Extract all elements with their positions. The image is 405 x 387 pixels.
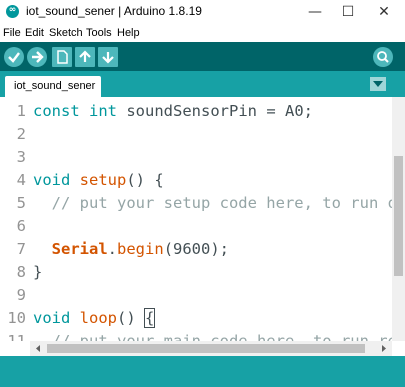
code-line: // put your main code here, to run repea… [33,330,392,341]
menu-help[interactable]: Help [117,27,140,39]
line-number: 5 [16,194,26,212]
horizontal-scrollbar[interactable] [30,341,392,356]
verify-icon [8,52,20,63]
vertical-scroll-thumb[interactable] [394,156,403,276]
line-number: 9 [16,286,26,304]
save-button[interactable] [98,47,118,67]
tab-menu-button[interactable] [370,77,386,91]
status-bar [0,356,405,387]
menu-tools[interactable]: Tools [86,27,112,39]
save-icon [102,52,114,64]
line-number: 8 [16,263,26,281]
code-token: void [33,309,71,327]
arduino-logo-icon: ∞ [6,5,19,18]
new-icon [57,50,68,64]
line-number: 7 [16,240,26,258]
close-button[interactable]: ✕ [369,2,399,22]
code-token: . [107,240,118,258]
tab-menu-dropdown-icon [373,81,383,87]
maximize-button[interactable]: ☐ [333,2,363,22]
line-number: 4 [16,171,26,189]
title-bar: ∞ iot_sound_sener | Arduino 1.8.19 — ☐ ✕ [0,0,405,25]
code-token: { [143,308,156,328]
serial-monitor-button[interactable] [373,47,393,67]
code-token: void [33,171,71,189]
line-number: 3 [16,148,26,166]
horizontal-scroll-thumb[interactable] [47,344,365,353]
code-token: setup [79,171,127,189]
verify-button[interactable] [4,47,24,67]
line-number: 10 [7,309,26,327]
line-number-gutter: 1 2 3 4 5 6 7 8 9 10 11 [0,97,30,341]
vertical-scrollbar[interactable] [392,97,405,341]
open-icon [79,50,91,62]
open-button[interactable] [75,47,95,67]
minimize-button[interactable]: — [300,2,330,22]
code-token: (9600); [163,240,230,258]
code-token: int [89,102,118,120]
code-token: const [33,102,80,120]
scroll-left-arrow-icon[interactable] [31,341,46,356]
scroll-right-arrow-icon[interactable] [376,341,391,356]
code-line: // put your setup code here, to run once… [33,192,392,215]
serial-monitor-icon [377,51,389,63]
line-number: 11 [7,332,26,341]
menu-bar: File Edit Sketch Tools Help [0,25,405,42]
window-title: iot_sound_sener | Arduino 1.8.19 [26,4,202,18]
code-token: // put your setup code here, to run once… [51,194,392,212]
upload-button[interactable] [27,47,47,67]
code-token: () { [126,171,164,189]
menu-edit[interactable]: Edit [25,27,44,39]
upload-icon [32,51,44,63]
code-token: begin [117,240,164,258]
menu-file[interactable]: File [3,27,21,39]
line-number: 2 [16,125,26,143]
code-line: void setup() { [33,169,164,192]
code-token: soundSensorPin = A0; [117,102,313,120]
code-editor[interactable]: 1 2 3 4 5 6 7 8 9 10 11 const int soundSensorPin =… [0,97,392,341]
code-token: // put your main code here, to run repea… [51,332,392,341]
code-token: loop [79,309,117,327]
line-number: 6 [16,217,26,235]
code-token: () [117,309,145,327]
line-number: 1 [16,102,26,120]
tab-bar: iot_sound_sener [0,71,405,97]
menu-sketch[interactable]: Sketch [49,27,83,39]
tab-label: iot_sound_sener [14,80,96,92]
tab-iot-sound-sener[interactable]: iot_sound_sener [5,76,101,97]
code-line: } [33,261,42,284]
code-token: } [33,263,43,281]
code-line: void loop() { [33,307,156,330]
code-line: Serial.begin(9600); [33,238,229,261]
toolbar [0,42,405,71]
new-sketch-button[interactable] [52,47,72,67]
code-line: const int soundSensorPin = A0; [33,100,313,123]
code-token: Serial [51,240,108,258]
